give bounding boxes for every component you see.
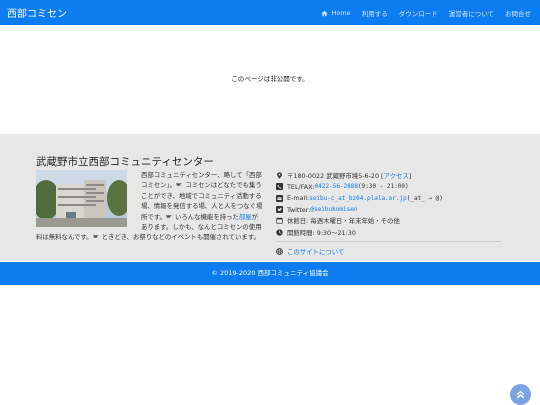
hand-point-right-icon	[92, 235, 99, 239]
address-text: 〒180-0022 武蔵野市境5-6-20 [	[287, 172, 384, 181]
hours-row: 開館時間: 9:30～21:30	[276, 226, 504, 237]
address-row: 〒180-0022 武蔵野市境5-6-20 [アクセス]	[276, 170, 504, 181]
scroll-to-top-button[interactable]	[510, 384, 531, 405]
phone-icon	[276, 183, 283, 191]
about-row: このサイトについて	[276, 246, 504, 257]
nav-home[interactable]: Home	[321, 9, 351, 17]
twitter-label: Twitter:	[287, 205, 311, 214]
address-end: ]	[408, 171, 412, 180]
rooms-link[interactable]: 部屋	[239, 213, 252, 221]
home-icon	[321, 10, 329, 16]
globe-icon	[276, 248, 283, 255]
clock-icon	[276, 228, 283, 236]
closed-row: 休館日: 毎週木曜日・年末年始・その他	[276, 215, 504, 226]
footer: © 2019-2020 西部コミュニティ協議会	[0, 262, 540, 285]
contact-info: 〒180-0022 武蔵野市境5-6-20 [アクセス] TEL/FAX: 04…	[276, 170, 504, 257]
tel-hours: (9:30 - 21:00)	[358, 183, 409, 191]
brand-link[interactable]: 西部コミセン	[7, 5, 67, 20]
email-label: E-mail:	[287, 194, 310, 203]
closed-days: 休館日: 毎週木曜日・年末年始・その他	[287, 217, 400, 226]
navbar: 西部コミセン Home 利用する ダウンロード 運営者について お問合せ	[0, 0, 540, 25]
nav-home-label: Home	[331, 9, 351, 17]
email-link[interactable]: seibu-c_at_bz04.plala.or.jp	[309, 195, 407, 202]
tel-link[interactable]: 0422-56-2888	[315, 183, 358, 190]
envelope-icon	[276, 194, 283, 202]
nav-download[interactable]: ダウンロード	[399, 8, 438, 18]
copyright: © 2019-2020 西部コミュニティ協議会	[211, 269, 329, 277]
twitter-row: Twitter: @seibukomisen	[276, 204, 504, 215]
nav-menu: Home 利用する ダウンロード 運営者について お問合せ	[310, 8, 531, 18]
email-note: (_at_ → @)	[406, 194, 443, 202]
description: 西部コミュニティセンター、略して「西部コミセン」。 コミセンはどなたでも集うこと…	[32, 170, 264, 243]
divider	[276, 240, 501, 242]
nav-use[interactable]: 利用する	[362, 8, 388, 18]
tel-row: TEL/FAX: 0422-56-2888 (9:30 - 21:00)	[276, 181, 504, 192]
private-page-message: このページは非公開です。	[231, 75, 309, 83]
desc-text-3: いろんな機能を持った	[174, 212, 239, 221]
access-link[interactable]: アクセス	[384, 171, 409, 180]
map-marker-icon	[277, 172, 282, 179]
info-title: 武蔵野市立西部コミュニティセンター	[36, 156, 214, 168]
building-photo	[32, 170, 131, 227]
nav-contact[interactable]: お問合せ	[505, 8, 531, 18]
desc-text-5: ときどき、お祭りなどのイベントも開催されています。	[101, 233, 260, 242]
twitter-link[interactable]: @seibukomisen	[310, 206, 357, 213]
about-site-link[interactable]: このサイトについて	[287, 247, 344, 256]
twitter-square-icon	[276, 206, 283, 214]
chevron-up-icon	[516, 390, 525, 399]
email-row: E-mail: seibu-c_at_bz04.plala.or.jp (_at…	[276, 193, 504, 204]
nav-about-operator[interactable]: 運営者について	[449, 8, 494, 18]
opening-hours: 開館時間: 9:30～21:30	[287, 228, 356, 237]
hand-point-right-icon	[176, 183, 183, 187]
hand-point-right-icon	[165, 214, 173, 218]
info-section: 武蔵野市立西部コミュニティセンター 西部コミュニティセンター、略して「西部コミセ…	[0, 134, 540, 261]
tel-label: TEL/FAX:	[287, 182, 315, 191]
calendar-icon	[276, 217, 283, 224]
